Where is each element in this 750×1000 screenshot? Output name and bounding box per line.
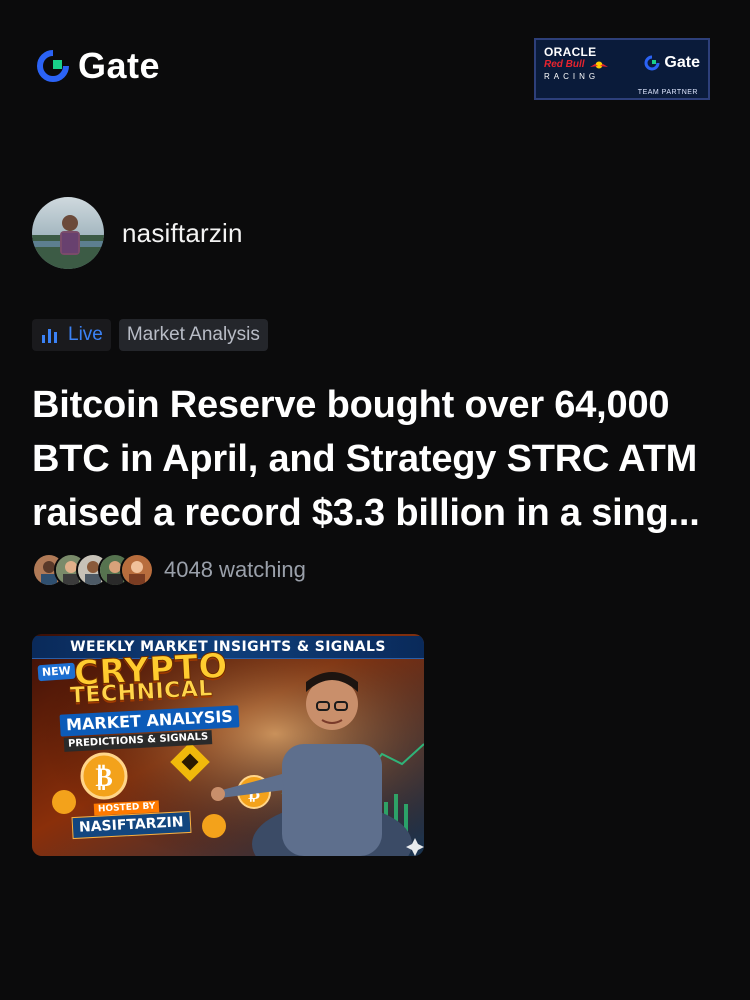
watch-count: 4048 watching: [164, 557, 306, 582]
category-label: Market Analysis: [126, 324, 260, 345]
live-tag[interactable]: Live: [32, 319, 111, 351]
redbull-racing-logo: ORACLE Red Bull RACING: [544, 46, 622, 84]
watcher-avatars: [32, 553, 154, 587]
watchers-row: 4048 watching: [32, 553, 306, 587]
author-name[interactable]: nasiftarzin: [122, 218, 243, 249]
brand-logo[interactable]: Gate: [36, 48, 160, 84]
watcher-avatar: [120, 553, 154, 587]
gate-logo-icon: [37, 50, 69, 82]
author-avatar[interactable]: [32, 197, 104, 269]
partner-line-racing: RACING: [544, 72, 600, 81]
author-row[interactable]: nasiftarzin: [32, 197, 243, 269]
live-bars-icon: [42, 329, 57, 343]
brand-name: Gate: [78, 45, 161, 86]
partner-gate-name: Gate: [664, 54, 700, 71]
redbull-bull-icon: [589, 61, 608, 69]
partner-badge[interactable]: ORACLE Red Bull RACING Gate TEAM PARTNER: [534, 38, 710, 100]
partner-line-oracle: ORACLE: [544, 45, 597, 59]
partner-gate-logo: Gate: [644, 54, 700, 72]
live-label: Live: [68, 324, 103, 345]
tag-row: Live Market Analysis: [32, 319, 268, 351]
thumbnail-art: ₿ ₿: [32, 634, 424, 856]
video-thumbnail[interactable]: ₿ ₿ WEEKLY MARKET INSIGHTS & SIGNALS NEW…: [32, 634, 424, 856]
gate-small-icon: [644, 55, 660, 71]
svg-text:₿: ₿: [95, 763, 112, 793]
team-partner-caption: TEAM PARTNER: [637, 89, 698, 96]
partner-line-redbull: Red Bull: [544, 59, 585, 70]
post-title[interactable]: Bitcoin Reserve bought over 64,000 BTC i…: [32, 378, 722, 540]
category-tag[interactable]: Market Analysis: [118, 319, 268, 351]
